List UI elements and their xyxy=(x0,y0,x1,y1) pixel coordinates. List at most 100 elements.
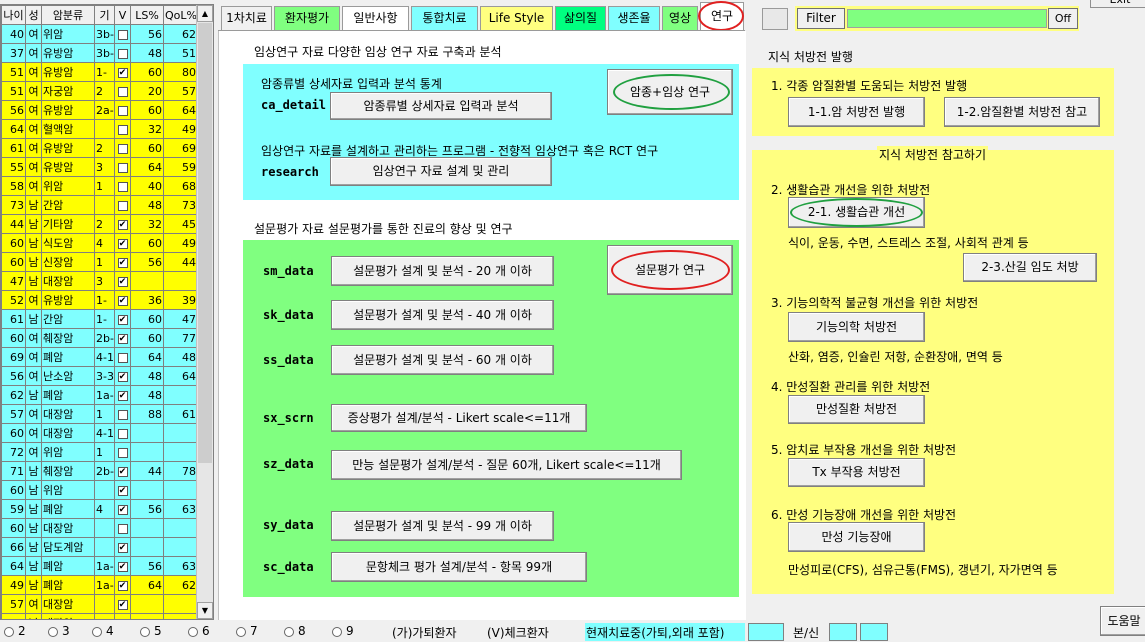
row-stage[interactable]: 3b- xyxy=(94,24,115,44)
patient-row[interactable]: 56 여 난소암 3-3 ✔ 48 64 xyxy=(1,366,198,386)
row-checkbox-cell[interactable] xyxy=(114,43,131,63)
row-ls[interactable]: 40 xyxy=(130,176,164,196)
row-stage[interactable]: 2b- xyxy=(94,328,115,348)
checkmark-icon[interactable]: ✔ xyxy=(117,238,128,249)
checkmark-icon[interactable]: ✔ xyxy=(117,371,128,382)
patient-row[interactable]: 66 남 담도계암 ✔ xyxy=(1,537,198,557)
row-age[interactable]: 62 xyxy=(1,385,26,405)
radio-button[interactable] xyxy=(4,627,14,637)
row-stage[interactable] xyxy=(94,480,115,500)
row-type[interactable]: 대장암 xyxy=(41,518,95,538)
header-sex[interactable]: 성 xyxy=(25,5,42,25)
cancer-prescription-issue-button[interactable]: 1-1.암 처방전 발행 xyxy=(788,97,925,127)
row-sex[interactable]: 여 xyxy=(25,347,42,367)
row-qol[interactable]: 61 xyxy=(163,404,198,424)
row-ls[interactable]: 60 xyxy=(130,233,164,253)
row-checkbox-cell[interactable]: ✔ xyxy=(114,594,131,614)
row-type[interactable]: 대장암 xyxy=(41,594,95,614)
row-type[interactable]: 췌장암 xyxy=(41,461,95,481)
row-checkbox-cell[interactable] xyxy=(114,195,131,215)
row-stage[interactable]: 3b- xyxy=(94,43,115,63)
row-ls[interactable]: 60 xyxy=(130,100,164,120)
row-stage[interactable] xyxy=(94,537,115,557)
cancer-clinical-research-button[interactable]: 암종+임상 연구 xyxy=(607,69,733,115)
row-stage[interactable] xyxy=(94,195,115,215)
patient-row[interactable]: 60 남 위암 ✔ xyxy=(1,480,198,500)
row-checkbox-cell[interactable]: ✔ xyxy=(114,271,131,291)
tab-integrated[interactable]: 통합치료 xyxy=(411,6,478,31)
checkbox-empty-icon[interactable] xyxy=(117,124,128,135)
row-age[interactable]: 59 xyxy=(1,499,26,519)
row-type[interactable]: 담도계암 xyxy=(41,537,95,557)
row-age[interactable]: 51 xyxy=(1,81,26,101)
patient-row[interactable]: 60 남 신장암 1 ✔ 56 44 xyxy=(1,252,198,272)
row-ls[interactable] xyxy=(130,537,164,557)
checkbox-empty-icon[interactable] xyxy=(117,200,128,211)
checkmark-icon[interactable]: ✔ xyxy=(117,542,128,553)
row-type[interactable]: 폐암 xyxy=(41,575,95,595)
row-checkbox-cell[interactable] xyxy=(114,613,131,619)
survey-research-button[interactable]: 설문평가 연구 xyxy=(607,245,733,295)
survey-button-ss[interactable]: 설문평가 설계 및 분석 - 60 개 이하 xyxy=(331,345,554,375)
scroll-down-icon[interactable]: ▼ xyxy=(197,602,213,619)
row-checkbox-cell[interactable]: ✔ xyxy=(114,499,131,519)
row-ls[interactable] xyxy=(130,442,164,462)
row-sex[interactable]: 남 xyxy=(25,195,42,215)
radio-button[interactable] xyxy=(92,627,102,637)
row-checkbox-cell[interactable] xyxy=(114,347,131,367)
patient-row[interactable]: 44 남 기타암 2 ✔ 32 45 xyxy=(1,214,198,234)
row-qol[interactable]: 64 xyxy=(163,100,198,120)
row-checkbox-cell[interactable]: ✔ xyxy=(114,385,131,405)
patient-row[interactable]: 73 남 간암 48 73 xyxy=(1,195,198,215)
research-manage-button[interactable]: 임상연구 자료 설계 및 관리 xyxy=(330,157,552,186)
survey-button-sy[interactable]: 설문평가 설계 및 분석 - 99 개 이하 xyxy=(331,511,554,541)
tab-survival[interactable]: 생존율 xyxy=(608,6,660,31)
patient-row[interactable]: 39남대장암4 xyxy=(1,613,198,619)
row-qol[interactable]: 39 xyxy=(163,290,198,310)
patient-row[interactable]: 49 남 폐암 1a- ✔ 64 62 xyxy=(1,575,198,595)
row-sex[interactable]: 남 xyxy=(25,537,42,557)
patient-row[interactable]: 60 여 췌장암 2b- ✔ 60 77 xyxy=(1,328,198,348)
row-age[interactable]: 56 xyxy=(1,100,26,120)
row-qol[interactable]: 62 xyxy=(163,24,198,44)
row-checkbox-cell[interactable] xyxy=(114,119,131,139)
tx-side-effect-button[interactable]: Tx 부작용 처방전 xyxy=(788,458,925,487)
checkbox-empty-icon[interactable] xyxy=(117,105,128,116)
patient-row[interactable]: 47 남 대장암 3 ✔ xyxy=(1,271,198,291)
ca-detail-button[interactable]: 암종류별 상세자료 입력과 분석 xyxy=(330,92,552,120)
row-qol[interactable] xyxy=(163,385,198,405)
row-stage[interactable]: 2 xyxy=(94,214,115,234)
scroll-up-icon[interactable]: ▲ xyxy=(197,5,213,22)
row-ls[interactable]: 32 xyxy=(130,214,164,234)
row-type[interactable]: 위암 xyxy=(41,480,95,500)
row-age[interactable]: 61 xyxy=(1,138,26,158)
row-checkbox-cell[interactable]: ✔ xyxy=(114,537,131,557)
row-ls[interactable]: 64 xyxy=(130,157,164,177)
row-checkbox-cell[interactable]: ✔ xyxy=(114,290,131,310)
exit-button[interactable]: Exit xyxy=(1090,0,1145,8)
row-checkbox-cell[interactable] xyxy=(114,24,131,44)
filter-button[interactable]: Filter xyxy=(797,8,845,29)
row-qol[interactable]: 57 xyxy=(163,81,198,101)
row-qol[interactable]: 44 xyxy=(163,252,198,272)
row-ls[interactable]: 88 xyxy=(130,404,164,424)
row-type[interactable]: 위암 xyxy=(41,176,95,196)
row-type[interactable]: 난소암 xyxy=(41,366,95,386)
patient-row[interactable]: 69 여 폐암 4-1 64 48 xyxy=(1,347,198,367)
header-stage[interactable]: 기 xyxy=(94,5,115,25)
row-type[interactable]: 자궁암 xyxy=(41,81,95,101)
row-qol[interactable] xyxy=(163,423,198,443)
row-checkbox-cell[interactable]: ✔ xyxy=(114,214,131,234)
checkmark-icon[interactable]: ✔ xyxy=(117,276,128,287)
row-ls[interactable] xyxy=(130,271,164,291)
row-stage[interactable]: 4-1 xyxy=(94,347,115,367)
checkmark-icon[interactable]: ✔ xyxy=(117,390,128,401)
row-stage[interactable]: 1 xyxy=(94,252,115,272)
row-stage[interactable]: 2b- xyxy=(94,461,115,481)
row-sex[interactable]: 여 xyxy=(25,594,42,614)
survey-button-sk[interactable]: 설문평가 설계 및 분석 - 40 개 이하 xyxy=(331,300,554,330)
checkmark-icon[interactable]: ✔ xyxy=(117,333,128,344)
row-stage[interactable]: 2a- xyxy=(94,100,115,120)
patient-row[interactable]: 61 여 유방암 2 60 69 xyxy=(1,138,198,158)
patient-row[interactable]: 56 여 유방암 2a- 60 64 xyxy=(1,100,198,120)
